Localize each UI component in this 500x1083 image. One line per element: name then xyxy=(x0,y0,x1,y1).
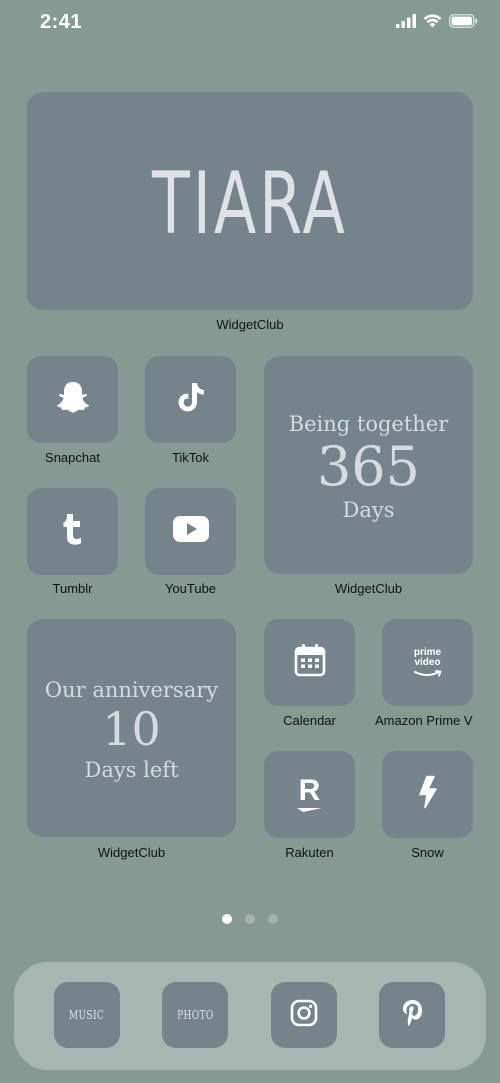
music-label: MUSIC xyxy=(69,1008,105,1022)
tiara-widget[interactable]: TIARA xyxy=(27,92,473,310)
tumblr-label: Tumblr xyxy=(52,581,93,596)
wifi-icon xyxy=(423,13,442,33)
widget-number: 365 xyxy=(316,434,421,498)
rakuten-label: Rakuten xyxy=(285,845,334,860)
amazon-prime-video-app[interactable]: prime video xyxy=(382,619,473,706)
youtube-icon xyxy=(172,515,210,548)
status-time: 2:41 xyxy=(40,11,83,33)
snapchat-app[interactable] xyxy=(27,356,118,443)
calendar-icon xyxy=(294,643,326,682)
being-together-widget-label: WidgetClub xyxy=(334,581,403,596)
music-app[interactable]: MUSIC xyxy=(54,982,120,1048)
calendar-app[interactable] xyxy=(264,619,355,706)
tiktok-label: TikTok xyxy=(171,450,210,465)
status-bar: 2:41 xyxy=(0,0,500,48)
page-dot[interactable] xyxy=(268,914,278,924)
tumblr-app[interactable] xyxy=(27,488,118,575)
prime-video-icon: prime video xyxy=(413,647,443,678)
rakuten-app[interactable]: R xyxy=(264,751,355,838)
tiktok-icon xyxy=(176,381,206,418)
tumblr-icon xyxy=(61,512,85,551)
anniversary-widget-label: WidgetClub xyxy=(97,845,166,860)
instagram-app[interactable] xyxy=(271,982,337,1048)
photo-label: PHOTO xyxy=(176,1008,214,1022)
widget-line-2: Days xyxy=(342,498,395,523)
tiara-widget-label: WidgetClub xyxy=(216,317,284,332)
calendar-label: Calendar xyxy=(283,713,336,728)
status-icons xyxy=(396,13,478,33)
widget-number: 10 xyxy=(102,702,161,757)
widget-line-1: Our anniversary xyxy=(44,678,219,703)
signal-icon xyxy=(396,13,416,33)
battery-icon xyxy=(449,13,478,33)
dock: MUSIC PHOTO xyxy=(14,962,486,1070)
youtube-app[interactable] xyxy=(145,488,236,575)
amazon-prime-video-label: Amazon Prime V xyxy=(375,713,473,728)
widget-line-1: Being together xyxy=(288,411,449,436)
snapchat-label: Snapchat xyxy=(45,450,100,465)
widget-title: TIARA xyxy=(152,154,348,254)
anniversary-widget[interactable]: Our anniversary 10 Days left xyxy=(27,619,236,837)
lightning-bolt-icon xyxy=(416,775,440,814)
photo-app[interactable]: PHOTO xyxy=(162,982,228,1048)
pinterest-icon xyxy=(400,998,424,1033)
rakuten-icon: R xyxy=(295,776,325,813)
rakuten-logo-letter: R xyxy=(298,774,321,807)
page-dot[interactable] xyxy=(245,914,255,924)
page-dot-active[interactable] xyxy=(222,914,232,924)
tiktok-app[interactable] xyxy=(145,356,236,443)
video-logo-text: video xyxy=(414,657,441,668)
youtube-label: YouTube xyxy=(164,581,217,596)
widget-line-2: Days left xyxy=(84,757,179,782)
instagram-icon xyxy=(290,999,318,1032)
snow-app[interactable] xyxy=(382,751,473,838)
being-together-widget[interactable]: Being together 365 Days xyxy=(264,356,473,574)
snow-label: Snow xyxy=(411,845,444,860)
page-indicator[interactable] xyxy=(0,914,500,924)
snapchat-icon xyxy=(55,380,91,419)
pinterest-app[interactable] xyxy=(379,982,445,1048)
